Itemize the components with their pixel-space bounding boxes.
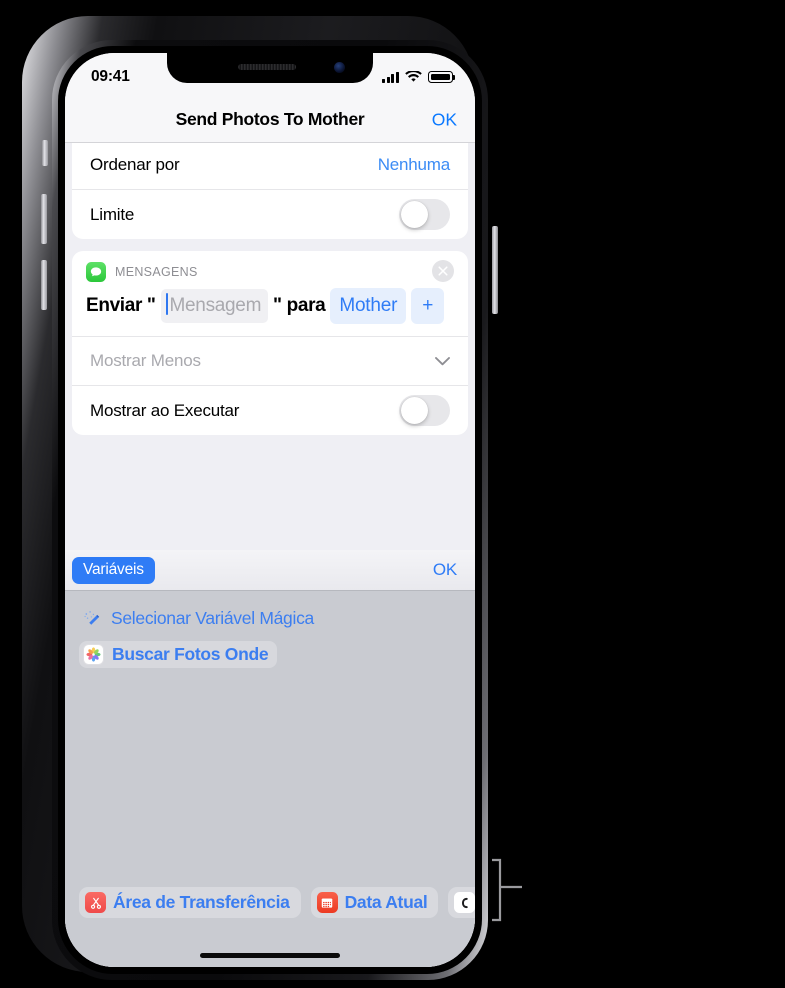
show-less-label: Mostrar Menos <box>90 351 201 370</box>
filter-settings-card: Ordenar por Nenhuma Limite <box>72 143 468 239</box>
show-when-run-row[interactable]: Mostrar ao Executar <box>72 385 468 435</box>
volume-down-button[interactable] <box>41 260 47 310</box>
screenshot-stage: 09:41 Send Photos To Mother OK Ordenar p… <box>0 0 785 988</box>
mute-switch[interactable] <box>42 140 48 166</box>
clipboard-scissors-icon <box>85 892 106 913</box>
photos-icon <box>83 644 104 665</box>
sort-by-value[interactable]: Nenhuma <box>378 155 451 175</box>
limit-label: Limite <box>90 204 135 224</box>
message-input[interactable]: Mensagem <box>160 289 269 323</box>
messages-icon <box>86 262 106 282</box>
chip-current-date[interactable]: Data Atual <box>310 887 439 918</box>
variables-panel: Variáveis OK Selecionar Variável Mágica … <box>65 550 475 967</box>
limit-toggle[interactable] <box>399 199 450 230</box>
tab-variables[interactable]: Variáveis <box>72 556 155 584</box>
show-less-row[interactable]: Mostrar Menos <box>72 336 468 385</box>
chevron-down-icon[interactable] <box>435 356 450 366</box>
send-suffix-text: " para <box>273 295 326 316</box>
page-title: Send Photos To Mother <box>175 109 365 129</box>
list-item-label: Buscar Fotos Onde <box>112 644 269 664</box>
action-app-name: MENSAGENS <box>115 265 198 279</box>
show-when-run-label: Mostrar ao Executar <box>90 400 240 420</box>
wifi-icon <box>405 71 422 82</box>
variables-toolbar: Variáveis OK <box>65 550 475 591</box>
navigation-bar: Send Photos To Mother OK <box>65 97 475 143</box>
shortcut-input-icon <box>454 892 475 913</box>
list-item-magic-variable[interactable]: Selecionar Variável Mágica <box>79 605 323 632</box>
variables-list: Selecionar Variável Mágica Buscar Fotos … <box>65 591 475 668</box>
callout-bracket <box>492 858 522 922</box>
messages-action-card: MENSAGENS Enviar " Mensagem " para Mothe… <box>72 251 468 435</box>
chip-shortcut-input[interactable] <box>448 887 475 918</box>
status-indicators <box>381 71 456 83</box>
close-circle-icon[interactable] <box>432 260 454 282</box>
phone-screen: 09:41 Send Photos To Mother OK Ordenar p… <box>65 53 475 967</box>
home-indicator[interactable] <box>200 952 340 958</box>
power-button[interactable] <box>492 226 498 314</box>
variables-done-button[interactable]: OK <box>433 560 457 580</box>
front-camera <box>334 62 345 73</box>
show-when-run-toggle[interactable] <box>399 395 450 426</box>
done-button[interactable]: OK <box>432 109 457 130</box>
chip-clipboard[interactable]: Área de Transferência <box>79 887 301 918</box>
magic-wand-icon <box>84 610 100 625</box>
status-clock: 09:41 <box>91 68 130 85</box>
chip-label: Área de Transferência <box>113 892 290 912</box>
calendar-icon <box>316 892 338 913</box>
volume-up-button[interactable] <box>41 194 47 244</box>
sort-by-row[interactable]: Ordenar por Nenhuma <box>72 143 468 189</box>
variables-chip-toolbar: Área de Transferência Data Atual <box>65 887 475 918</box>
add-recipient-button[interactable]: + <box>411 288 445 324</box>
send-prefix-text: Enviar " <box>86 295 156 316</box>
action-card-header: MENSAGENS <box>72 251 468 286</box>
battery-full-icon <box>428 71 456 83</box>
list-item-label: Selecionar Variável Mágica <box>111 608 314 628</box>
list-item-find-photos-where[interactable]: Buscar Fotos Onde <box>79 641 278 668</box>
action-sentence: Enviar " Mensagem " para Mother + <box>72 286 468 336</box>
message-placeholder: Mensagem <box>169 295 262 316</box>
display-notch <box>167 53 373 83</box>
limit-row[interactable]: Limite <box>72 189 468 239</box>
sort-by-label: Ordenar por <box>90 154 180 174</box>
chip-label: Data Atual <box>344 892 428 912</box>
phone-frame: 09:41 Send Photos To Mother OK Ordenar p… <box>22 16 498 980</box>
earpiece-speaker <box>238 64 297 70</box>
signal-bars-icon <box>381 71 399 83</box>
text-caret <box>165 293 168 315</box>
recipient-token[interactable]: Mother <box>330 288 407 324</box>
